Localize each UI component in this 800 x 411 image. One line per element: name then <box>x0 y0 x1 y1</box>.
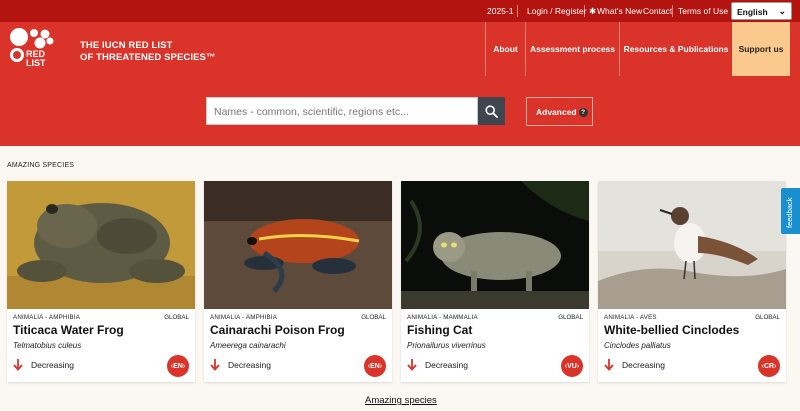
scope-label: GLOBAL <box>755 314 780 321</box>
section-title: AMAZING SPECIES <box>7 162 75 169</box>
arrow-down-icon <box>407 359 417 371</box>
main-header: RED LIST THE IUCN RED LIST OF THREATENED… <box>0 22 800 146</box>
species-card[interactable]: ANIMALIA - MAMMALIA GLOBAL Fishing Cat P… <box>401 181 589 382</box>
species-photo <box>598 181 786 309</box>
species-photo <box>401 181 589 309</box>
search-icon <box>485 104 498 118</box>
scientific-name: Cinclodes palliatus <box>604 341 671 350</box>
amazing-species-link[interactable]: Amazing species <box>365 395 437 406</box>
terms-link[interactable]: Terms of Use <box>678 6 728 16</box>
search-button[interactable] <box>478 97 505 125</box>
scientific-name: Telmatobius culeus <box>13 341 82 350</box>
scope-label: GLOBAL <box>558 314 583 321</box>
taxonomy-label: ANIMALIA - AVES <box>604 314 657 321</box>
logo-text: RED LIST <box>26 49 46 68</box>
population-trend: Decreasing <box>604 359 665 371</box>
taxonomy-label: ANIMALIA - MAMMALIA <box>407 314 478 321</box>
arrow-down-icon <box>13 359 23 371</box>
species-name: White-bellied Cinclodes <box>604 323 740 337</box>
top-utility-bar: 2025-1 Login / Register ✱ What's New Con… <box>0 0 800 22</box>
nav-support-us[interactable]: Support us <box>732 22 790 76</box>
site-title-line1: THE IUCN RED LIST <box>80 40 173 51</box>
trend-label: Decreasing <box>228 360 271 370</box>
species-name: Fishing Cat <box>407 323 473 337</box>
search-input[interactable]: Names - common, scientific, regions etc.… <box>206 97 478 125</box>
scientific-name: Ameerega cainarachi <box>210 341 286 350</box>
trend-label: Decreasing <box>31 360 74 370</box>
status-code: ‹EN› <box>170 362 186 370</box>
help-icon: ? <box>578 108 588 117</box>
trend-label: Decreasing <box>425 360 468 370</box>
divider <box>672 5 673 17</box>
species-name: Cainarachi Poison Frog <box>210 323 345 337</box>
version-label: 2025-1 <box>487 6 514 16</box>
divider <box>517 5 518 17</box>
divider <box>584 5 585 17</box>
species-card[interactable]: ANIMALIA - AVES GLOBAL White-bellied Cin… <box>598 181 786 382</box>
status-badge: ‹EN› <box>364 355 386 377</box>
nav-resources-publications[interactable]: Resources & Publications <box>619 22 732 76</box>
trend-label: Decreasing <box>622 360 665 370</box>
login-link[interactable]: Login / Register <box>527 6 587 16</box>
advanced-search-button[interactable]: Advanced? <box>526 97 593 126</box>
status-code: ‹VU› <box>564 362 580 370</box>
chevron-down-icon: ⌄ <box>778 6 786 16</box>
red-list-logo[interactable]: RED LIST <box>8 28 56 70</box>
taxonomy-label: ANIMALIA - AMPHIBIA <box>13 314 81 321</box>
species-name: Titicaca Water Frog <box>13 323 124 337</box>
species-card[interactable]: ANIMALIA - AMPHIBIA GLOBAL Titicaca Wate… <box>7 181 195 382</box>
taxonomy-label: ANIMALIA - AMPHIBIA <box>210 314 278 321</box>
population-trend: Decreasing <box>210 359 271 371</box>
nav-about[interactable]: About <box>485 22 525 76</box>
arrow-down-icon <box>604 359 614 371</box>
population-trend: Decreasing <box>13 359 74 371</box>
species-photo <box>7 181 195 309</box>
feedback-label: feedback <box>785 197 794 228</box>
arrow-down-icon <box>210 359 220 371</box>
language-value: English <box>737 7 768 17</box>
species-card[interactable]: ANIMALIA - AMPHIBIA GLOBAL Cainarachi Po… <box>204 181 392 382</box>
contact-link[interactable]: Contact <box>643 6 672 16</box>
advanced-label: Advanced <box>536 107 577 117</box>
status-badge: ‹EN› <box>167 355 189 377</box>
whats-new-icon: ✱ <box>589 6 597 16</box>
scientific-name: Prionailurus viverrinus <box>407 341 486 350</box>
site-title: THE IUCN RED LIST OF THREATENED SPECIES™ <box>80 40 216 64</box>
language-select[interactable]: English ⌄ <box>731 2 792 20</box>
nav-assessment-process[interactable]: Assessment process <box>525 22 619 76</box>
population-trend: Decreasing <box>407 359 468 371</box>
status-badge: ‹VU› <box>561 355 583 377</box>
status-code: ‹EN› <box>367 362 383 370</box>
site-title-line2: OF THREATENED SPECIES™ <box>80 52 216 63</box>
status-code: ‹CR› <box>761 362 777 370</box>
scope-label: GLOBAL <box>361 314 386 321</box>
whats-new-link[interactable]: What's New <box>597 6 642 16</box>
feedback-tab[interactable]: feedback <box>781 188 800 234</box>
status-badge: ‹CR› <box>758 355 780 377</box>
scope-label: GLOBAL <box>164 314 189 321</box>
species-photo <box>204 181 392 309</box>
